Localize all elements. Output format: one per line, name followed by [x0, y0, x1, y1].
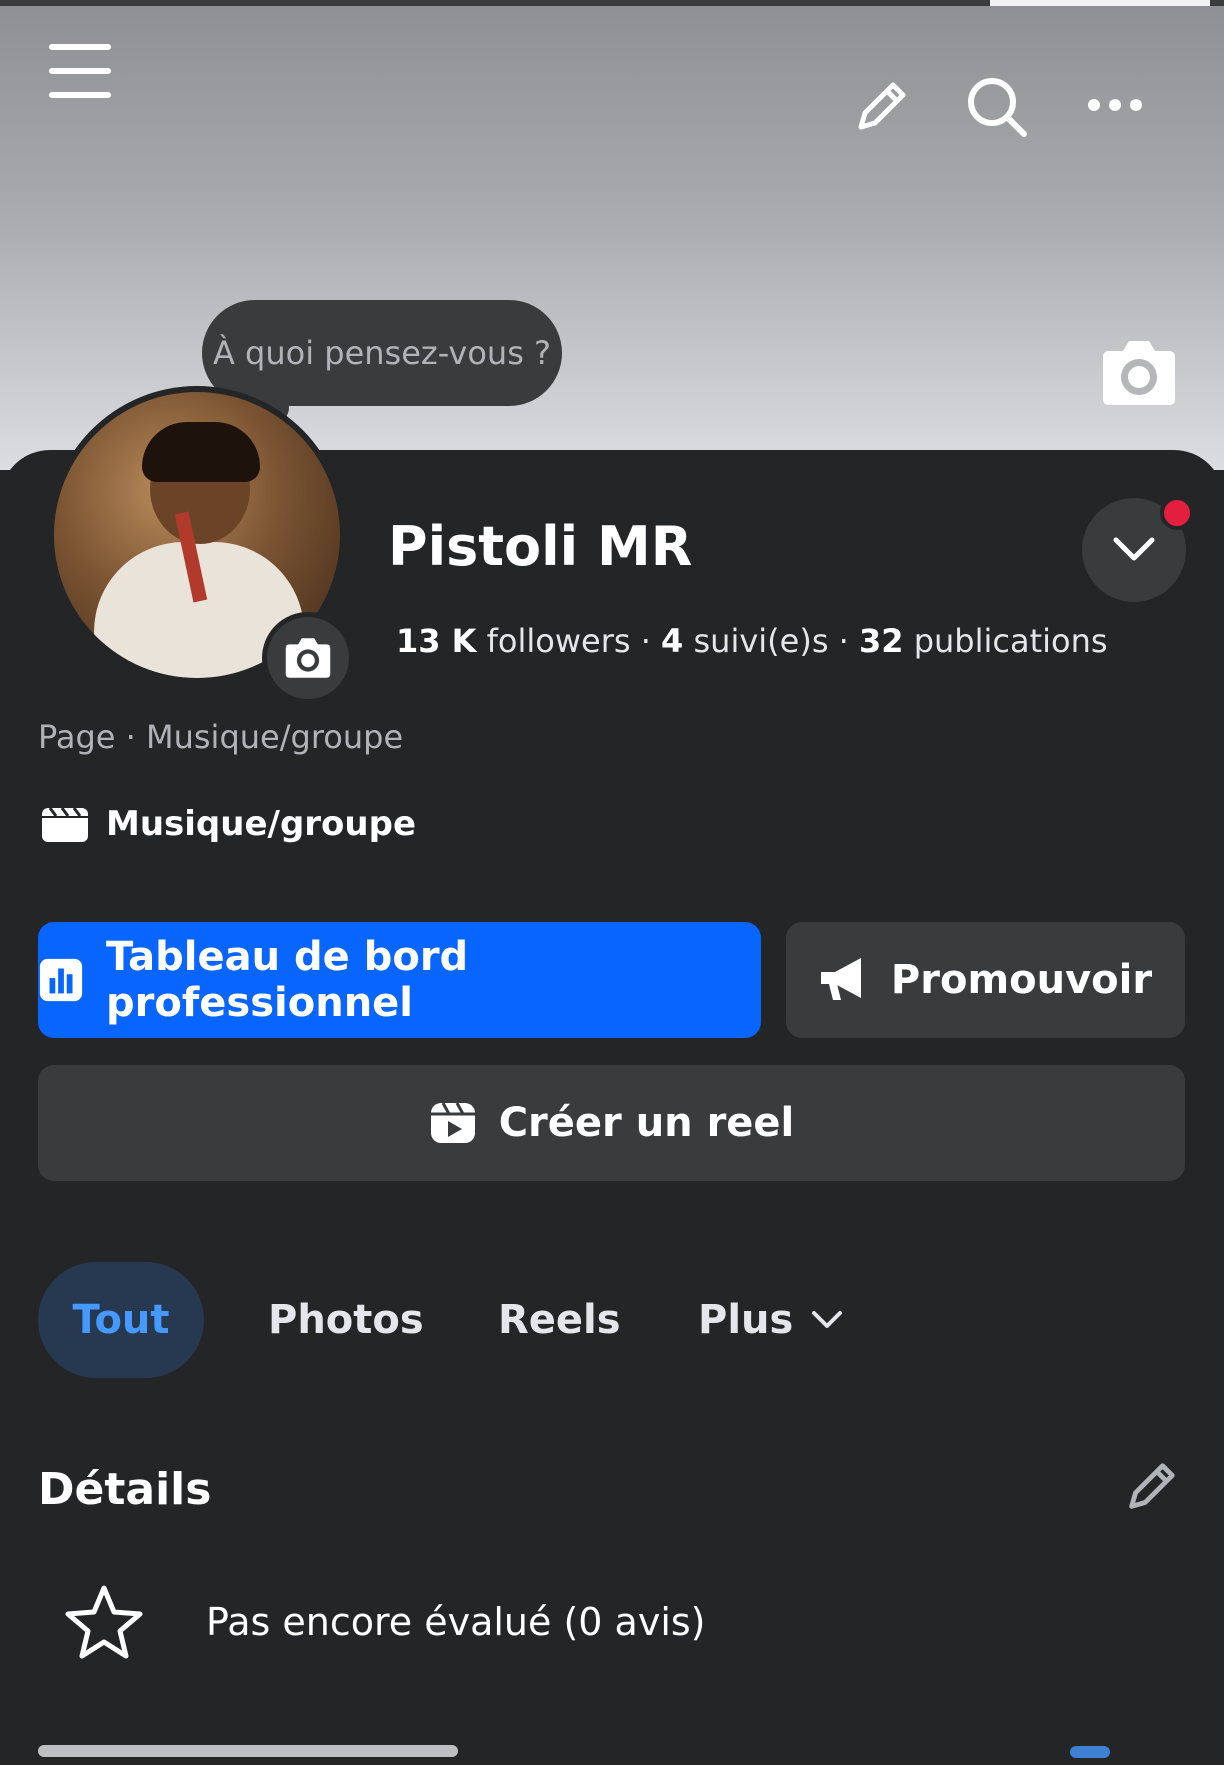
bar-chart-icon	[39, 958, 83, 1002]
status-strip-highlight	[990, 0, 1210, 6]
notification-dot	[1160, 496, 1194, 530]
posts-count: 32	[859, 622, 904, 660]
clapperboard-icon	[42, 807, 88, 842]
camera-icon	[285, 638, 331, 678]
chevron-down-icon	[812, 1311, 843, 1328]
search-icon[interactable]	[960, 70, 1034, 144]
tab-reels[interactable]: Reels	[498, 1262, 621, 1378]
pencil-icon[interactable]	[846, 72, 916, 142]
stats-separator: ·	[838, 622, 849, 660]
hamburger-menu-icon[interactable]	[40, 36, 120, 106]
camera-icon[interactable]	[1098, 338, 1180, 408]
category-row: Musique/groupe	[40, 804, 416, 844]
star-icon	[65, 1585, 143, 1659]
create-reel-label: Créer un reel	[498, 1100, 795, 1146]
posts-label: publications	[913, 622, 1108, 660]
professional-dashboard-label: Tableau de bord professionnel	[106, 934, 469, 1026]
chevron-down-icon	[1113, 537, 1155, 561]
next-section-link-preview	[1070, 1746, 1110, 1758]
more-horizontal-icon[interactable]	[1080, 88, 1150, 122]
tab-more-label: Plus	[698, 1297, 794, 1343]
pencil-icon	[1129, 1463, 1175, 1509]
followers-label[interactable]: followers	[487, 622, 631, 660]
details-heading: Détails	[38, 1464, 212, 1515]
profile-tabs: Tout Photos Reels Plus	[38, 1262, 1188, 1378]
profile-stats: 13 K followers · 4 suivi(e)s · 32 public…	[396, 622, 1108, 660]
tab-photos[interactable]: Photos	[268, 1262, 424, 1378]
promote-button[interactable]: Promouvoir	[786, 922, 1185, 1038]
following-count: 4	[661, 622, 684, 660]
following-label[interactable]: suivi(e)s	[693, 622, 828, 660]
avatar-figure-hair	[142, 422, 260, 482]
page-type: Page · Musique/groupe	[38, 718, 404, 756]
create-reel-button[interactable]: Créer un reel	[38, 1065, 1185, 1181]
next-section-preview	[38, 1745, 458, 1757]
rating-row: Pas encore évalué (0 avis)	[64, 1584, 706, 1660]
stats-separator: ·	[640, 622, 651, 660]
edit-details-button[interactable]	[1122, 1458, 1180, 1520]
followers-count: 13 K	[396, 622, 477, 660]
promote-label: Promouvoir	[890, 957, 1153, 1003]
avatar-camera-button[interactable]	[262, 612, 354, 704]
megaphone-icon	[820, 958, 861, 1000]
tab-more[interactable]: Plus	[698, 1262, 843, 1378]
rating-text: Pas encore évalué (0 avis)	[206, 1600, 706, 1644]
reel-icon	[430, 1102, 475, 1143]
category-label: Musique/groupe	[106, 804, 417, 844]
professional-dashboard-button[interactable]: Tableau de bord professionnel	[38, 922, 761, 1038]
composer-prompt[interactable]: À quoi pensez-vous ?	[202, 300, 562, 406]
tab-all[interactable]: Tout	[38, 1262, 204, 1378]
profile-name: Pistoli MR	[388, 515, 693, 578]
